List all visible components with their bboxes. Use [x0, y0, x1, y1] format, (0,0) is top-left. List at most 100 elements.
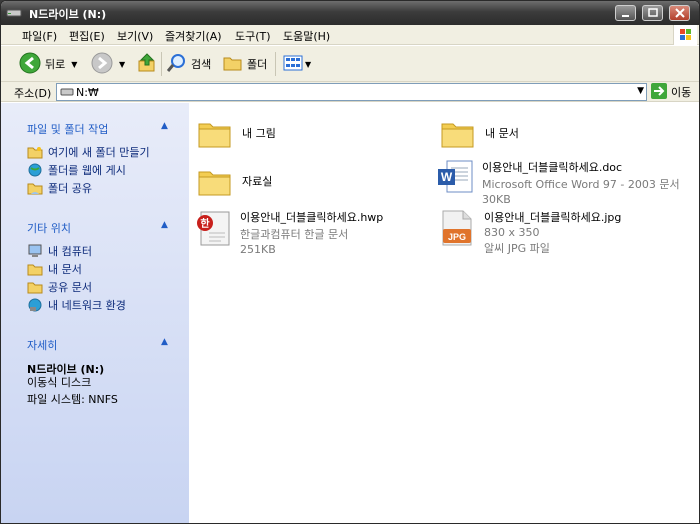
- chevron-down-icon[interactable]: ▼: [71, 60, 77, 69]
- file-item[interactable]: 한 이용안내_더블클릭하세요.hwp 한글과컴퓨터 한글 문서 251KB: [195, 209, 383, 256]
- menu-help[interactable]: 도움말(H): [283, 28, 330, 44]
- close-button[interactable]: [669, 5, 690, 21]
- file-type: 한글과컴퓨터 한글 문서: [240, 228, 349, 241]
- share-folder-icon: [27, 181, 43, 195]
- chevron-down-icon[interactable]: ▼: [637, 86, 644, 96]
- maximize-button[interactable]: [642, 5, 663, 21]
- folder-icon: [440, 115, 476, 151]
- task-pane: 파일 및 폴더 작업 ▲ 여기에 새 폴더 만들기 폴더를 웹에 게시 폴더 공…: [1, 103, 189, 523]
- place-label: 내 문서: [48, 263, 82, 276]
- hwp-doc-icon: 한: [195, 209, 231, 246]
- place-network[interactable]: 내 네트워크 환경: [27, 297, 126, 313]
- menu-tools[interactable]: 도구(T): [235, 28, 271, 44]
- go-button[interactable]: 이동: [651, 82, 692, 102]
- address-bar: 주소(D) N:₩ ▼ 이동: [1, 82, 699, 102]
- file-name: 이용안내_더블클릭하세요.hwp: [240, 211, 384, 224]
- drive-icon: [60, 87, 74, 100]
- computer-icon: [27, 244, 43, 258]
- address-path: N:₩: [76, 86, 99, 99]
- up-folder-icon: [137, 52, 157, 77]
- chevron-down-icon[interactable]: ▼: [305, 60, 311, 69]
- task-share-folder[interactable]: 폴더 공유: [27, 180, 92, 196]
- file-name: 내 문서: [485, 127, 519, 140]
- minimize-button[interactable]: [615, 5, 636, 21]
- task-publish-web[interactable]: 폴더를 웹에 게시: [27, 162, 126, 178]
- explorer-window: N드라이브 (N:) 파일(F) 편집(E) 보기(V) 즐겨찾기(A) 도구(…: [0, 0, 700, 524]
- task-label: 폴더 공유: [48, 182, 92, 195]
- file-size: 251KB: [240, 243, 276, 256]
- folder-icon: [27, 280, 43, 294]
- network-icon: [27, 298, 43, 312]
- search-icon: [166, 53, 187, 76]
- address-input[interactable]: N:₩ ▼: [56, 83, 647, 101]
- menu-favorites[interactable]: 즐겨찾기(A): [165, 28, 222, 44]
- file-item[interactable]: JPG 이용안내_더블클릭하세요.jpg 830 x 350 알씨 JPG 파일: [439, 209, 621, 256]
- window-title: N드라이브 (N:): [29, 8, 107, 21]
- new-folder-icon: [27, 145, 43, 159]
- jpg-file-icon: JPG: [439, 209, 475, 246]
- menu-edit[interactable]: 편집(E): [69, 28, 105, 44]
- menu-file[interactable]: 파일(F): [22, 28, 57, 44]
- toolbar-separator: [161, 52, 162, 76]
- task-new-folder[interactable]: 여기에 새 폴더 만들기: [27, 144, 150, 160]
- file-name: 내 그림: [242, 127, 276, 140]
- drive-icon: [6, 6, 22, 20]
- toolbar-separator: [275, 52, 276, 76]
- menu-view[interactable]: 보기(V): [117, 28, 153, 44]
- folders-icon: [223, 54, 243, 75]
- file-type: 알씨 JPG 파일: [484, 242, 550, 255]
- file-item[interactable]: W 이용안내_더블클릭하세요.doc Microsoft Office Word…: [437, 159, 680, 206]
- place-my-documents[interactable]: 내 문서: [27, 261, 82, 277]
- file-name: 자료실: [242, 175, 273, 188]
- address-label: 주소(D): [14, 87, 52, 100]
- toolbar: 뒤로 ▼ ▼ 검색 폴더 ▼: [1, 46, 699, 82]
- file-name: 이용안내_더블클릭하세요.doc: [482, 161, 623, 174]
- collapse-chevron-icon[interactable]: ▲: [161, 220, 168, 230]
- file-tasks-heading[interactable]: 파일 및 폴더 작업: [27, 121, 108, 137]
- folder-icon: [27, 262, 43, 276]
- title-bar[interactable]: N드라이브 (N:): [1, 1, 699, 25]
- file-item[interactable]: 내 그림: [197, 115, 276, 151]
- other-places-heading[interactable]: 기타 위치: [27, 220, 71, 236]
- folders-button[interactable]: 폴더: [223, 52, 267, 76]
- svg-text:한: 한: [200, 218, 210, 230]
- windows-logo-icon: [673, 25, 697, 45]
- folder-icon: [197, 163, 233, 199]
- file-dimensions: 830 x 350: [484, 226, 540, 239]
- chevron-down-icon[interactable]: ▼: [119, 60, 125, 69]
- go-label: 이동: [671, 86, 692, 99]
- forward-button[interactable]: ▼: [91, 52, 125, 76]
- place-label: 내 네트워크 환경: [48, 299, 126, 312]
- search-label: 검색: [191, 58, 212, 71]
- place-shared-documents[interactable]: 공유 문서: [27, 279, 92, 295]
- collapse-chevron-icon[interactable]: ▲: [161, 121, 168, 131]
- views-icon: [283, 54, 303, 75]
- task-label: 여기에 새 폴더 만들기: [48, 146, 150, 159]
- details-heading[interactable]: 자세히: [27, 337, 57, 353]
- back-button[interactable]: 뒤로 ▼: [19, 52, 77, 76]
- back-label: 뒤로: [45, 58, 66, 71]
- svg-text:W: W: [441, 170, 453, 184]
- svg-text:JPG: JPG: [448, 232, 466, 242]
- place-my-computer[interactable]: 내 컴퓨터: [27, 243, 92, 259]
- detail-file-system: 파일 시스템: NNFS: [27, 393, 118, 406]
- folders-label: 폴더: [247, 58, 268, 71]
- file-item[interactable]: 자료실: [197, 163, 272, 199]
- views-button[interactable]: ▼: [283, 52, 311, 76]
- task-label: 폴더를 웹에 게시: [48, 164, 126, 177]
- go-arrow-icon: [651, 82, 667, 102]
- file-name: 이용안내_더블클릭하세요.jpg: [484, 211, 622, 224]
- file-size: 30KB: [482, 193, 511, 206]
- menu-bar: 파일(F) 편집(E) 보기(V) 즐겨찾기(A) 도구(T) 도움말(H): [1, 25, 699, 45]
- forward-arrow-icon: [91, 52, 113, 77]
- place-label: 내 컴퓨터: [48, 245, 92, 258]
- folder-icon: [197, 115, 233, 151]
- detail-drive-type: 이동식 디스크: [27, 376, 92, 389]
- collapse-chevron-icon[interactable]: ▲: [161, 337, 168, 347]
- file-type: Microsoft Office Word 97 - 2003 문서: [482, 178, 680, 191]
- word-doc-icon: W: [437, 159, 473, 195]
- search-button[interactable]: 검색: [166, 52, 212, 76]
- file-list: 내 그림 내 문서 자료실 W 이용안내_더블클릭하세요.doc Microso…: [189, 103, 699, 523]
- up-folder-button[interactable]: [137, 52, 157, 76]
- file-item[interactable]: 내 문서: [440, 115, 519, 151]
